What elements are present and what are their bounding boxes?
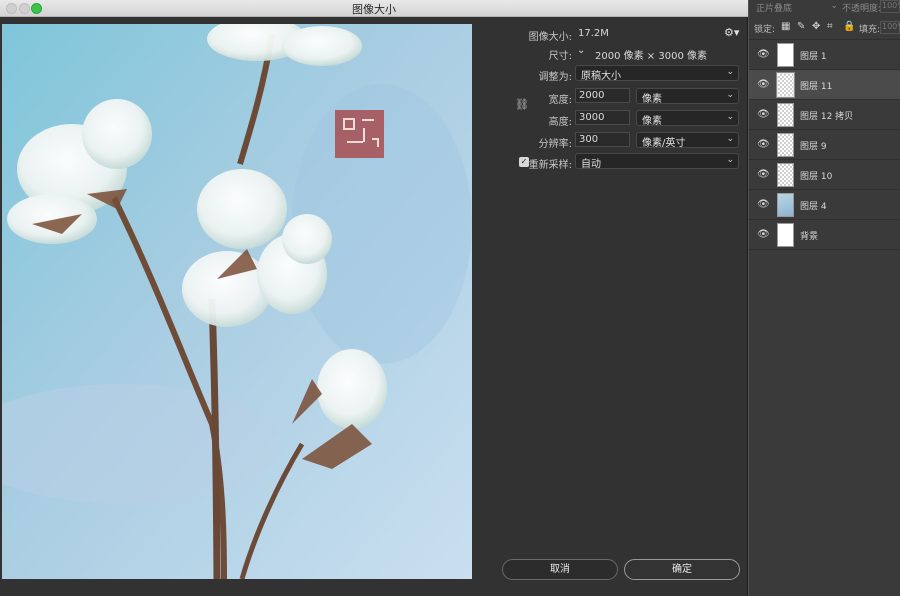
layer-row[interactable]: 👁 图层 12 拷贝: [749, 100, 900, 130]
fit-to-select[interactable]: 原稿大小 ⌄: [575, 65, 739, 82]
resample-label: 重新采样:: [528, 160, 572, 171]
chevron-down-icon: ⌄: [726, 67, 734, 77]
dimensions-label: 尺寸:: [548, 51, 572, 62]
eye-icon[interactable]: 👁: [757, 169, 770, 180]
eye-icon[interactable]: 👁: [757, 79, 770, 90]
blend-mode-value: 正片叠底: [756, 4, 793, 14]
height-field[interactable]: 3000: [575, 110, 630, 125]
layer-name: 图层 9: [800, 142, 827, 152]
resolution-unit-select[interactable]: 像素/英寸 ⌄: [636, 132, 739, 149]
resample-value: 自动: [581, 159, 601, 170]
layer-thumbnail: [777, 133, 794, 157]
layer-name: 背景: [800, 232, 819, 242]
fill-field[interactable]: 100%: [880, 21, 900, 34]
layer-row-selected[interactable]: 👁 图层 11: [749, 70, 900, 100]
resolution-unit: 像素/英寸: [642, 138, 686, 149]
layer-row[interactable]: 👁 图层 9: [749, 130, 900, 160]
layers-panel-header: 正片叠底 ⌄ 不透明度: 100% 锁定: ▦ ✎ ✥ ⌗ 🔒 填充: 100%: [749, 0, 900, 40]
layer-thumbnail: [777, 43, 794, 67]
layer-thumbnail: [777, 223, 794, 247]
resample-select[interactable]: 自动 ⌄: [575, 153, 739, 170]
eye-icon[interactable]: 👁: [757, 229, 770, 240]
resolution-label: 分辨率:: [538, 139, 572, 150]
layer-name: 图层 1: [800, 52, 827, 62]
chevron-down-icon: ⌄: [726, 155, 734, 165]
height-unit-select[interactable]: 像素 ⌄: [636, 110, 739, 127]
fit-to-value: 原稿大小: [581, 71, 621, 82]
opacity-field[interactable]: 100%: [880, 0, 900, 13]
eye-icon[interactable]: 👁: [757, 109, 770, 120]
image-preview[interactable]: [2, 24, 472, 579]
lock-position-icon[interactable]: ✥: [812, 21, 820, 32]
gear-icon[interactable]: ⚙▾: [724, 26, 739, 39]
title-bar: 图像大小: [0, 0, 748, 17]
layer-name: 图层 10: [800, 172, 833, 182]
layer-name: 图层 12 拷贝: [800, 112, 854, 122]
width-field[interactable]: 2000: [575, 88, 630, 103]
image-size-label: 图像大小:: [528, 32, 572, 43]
lock-artboard-icon[interactable]: ⌗: [827, 21, 833, 32]
layer-name: 图层 11: [800, 82, 833, 92]
seal-stamp: [335, 110, 384, 158]
dialog-title: 图像大小: [352, 3, 396, 16]
layer-row[interactable]: 👁 图层 1: [749, 40, 900, 70]
eye-icon[interactable]: 👁: [757, 139, 770, 150]
layer-thumbnail: [777, 103, 794, 127]
lock-all-icon[interactable]: 🔒: [843, 21, 855, 32]
layer-row[interactable]: 👁 背景: [749, 220, 900, 250]
layer-thumbnail: [777, 163, 794, 187]
opacity-label: 不透明度:: [842, 4, 882, 14]
layer-row[interactable]: 👁 图层 4: [749, 190, 900, 220]
cotton-painting: [2, 24, 472, 579]
chevron-down-icon: ⌄: [726, 90, 734, 100]
fit-to-label: 调整为:: [538, 72, 572, 83]
lock-transparent-icon[interactable]: ▦: [781, 21, 790, 32]
lock-image-icon[interactable]: ✎: [797, 21, 805, 32]
layer-thumbnail: [776, 72, 795, 98]
chevron-down-icon: ⌄: [726, 112, 734, 122]
chevron-down-icon: ⌄: [726, 134, 734, 144]
layers-panel: 正片叠底 ⌄ 不透明度: 100% 锁定: ▦ ✎ ✥ ⌗ 🔒 填充: 100%…: [749, 0, 900, 596]
chevron-down-icon: ⌄: [830, 1, 838, 11]
width-unit-select[interactable]: 像素 ⌄: [636, 88, 739, 105]
height-unit: 像素: [642, 116, 662, 127]
eye-icon[interactable]: 👁: [757, 199, 770, 210]
cancel-button[interactable]: 取消: [502, 559, 618, 580]
layer-name: 图层 4: [800, 202, 827, 212]
dimensions-value: 2000 像素 × 3000 像素: [595, 51, 707, 62]
eye-icon[interactable]: 👁: [757, 49, 770, 60]
width-unit: 像素: [642, 94, 662, 105]
image-size-value: 17.2M: [578, 28, 609, 39]
height-label: 高度:: [548, 117, 572, 128]
blend-mode-select[interactable]: 正片叠底 ⌄: [756, 1, 838, 14]
dimensions-chevron-down-icon[interactable]: ⌄: [577, 45, 585, 56]
layer-thumbnail: [777, 193, 794, 217]
width-label: 宽度:: [548, 95, 572, 106]
fill-label: 填充:: [859, 25, 881, 35]
resolution-field[interactable]: 300: [575, 132, 630, 147]
lock-label: 锁定:: [754, 25, 776, 35]
layer-row[interactable]: 👁 图层 10: [749, 160, 900, 190]
ok-button[interactable]: 确定: [624, 559, 740, 580]
image-size-dialog: 图像大小 图像大小: 17.2M ⚙▾ 尺寸: ⌄ 2000 像素 × 3000…: [0, 0, 748, 596]
